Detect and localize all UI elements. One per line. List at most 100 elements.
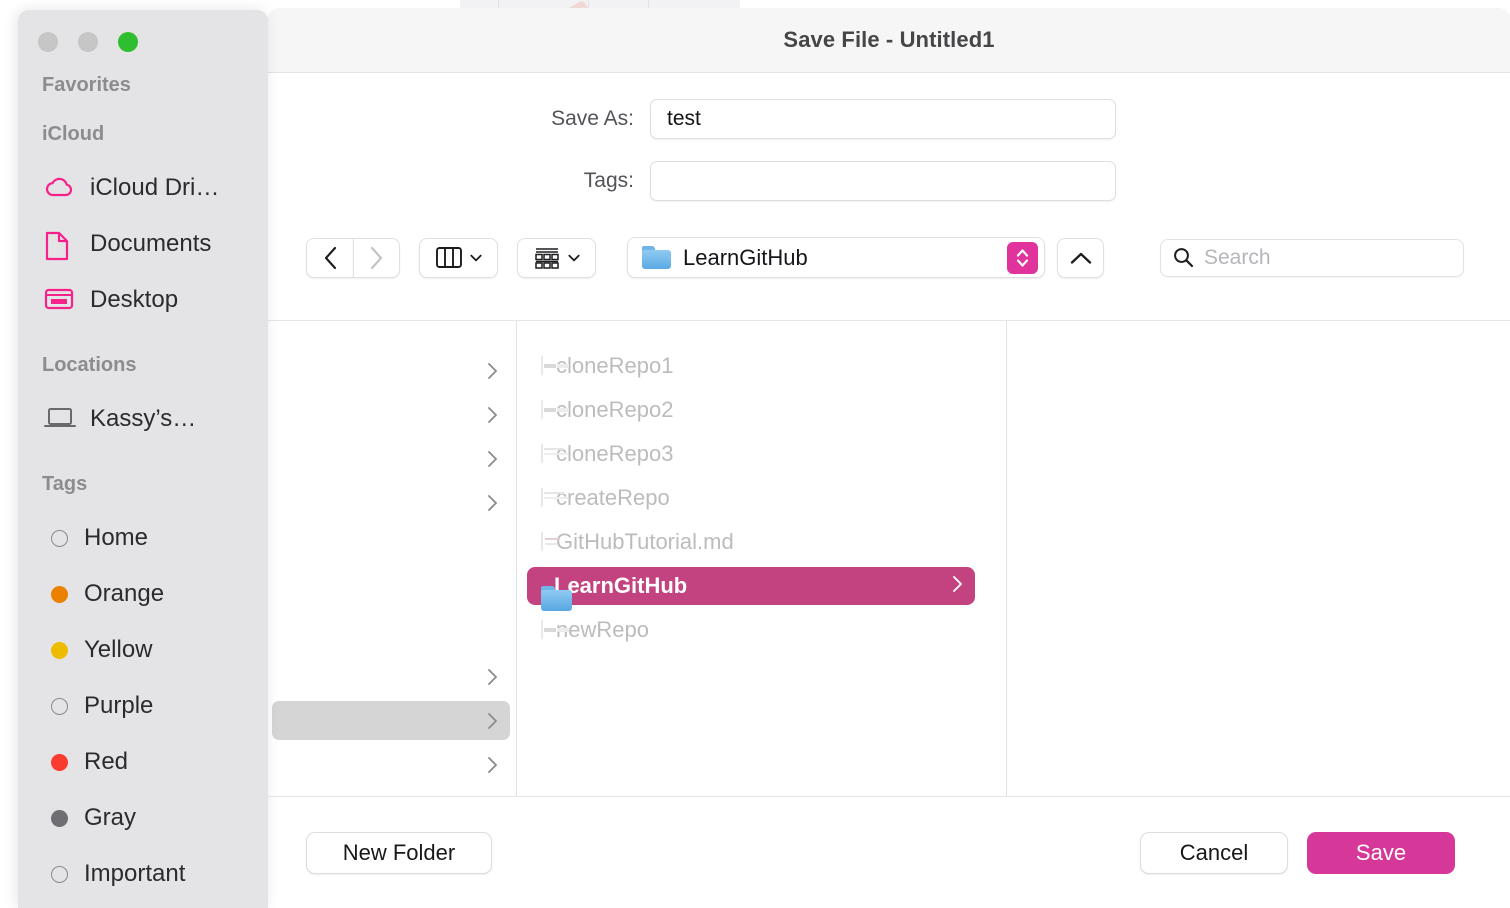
back-button[interactable] <box>306 238 353 278</box>
group-by-button[interactable] <box>517 238 596 278</box>
disclosure-chevron-icon <box>487 494 498 512</box>
chevron-left-icon <box>323 246 338 270</box>
tags-row: Tags: <box>268 161 1510 201</box>
chevron-up-icon <box>1070 251 1092 265</box>
disclosure-chevron-icon <box>487 450 498 468</box>
forward-button[interactable] <box>353 238 400 278</box>
column1-row[interactable] <box>272 483 510 522</box>
column1-row[interactable] <box>272 351 510 390</box>
sidebar-item-purple[interactable]: Purple <box>18 678 268 734</box>
tag-dot-icon <box>51 698 68 715</box>
disclosure-chevron-icon[interactable] <box>952 575 963 598</box>
column1-row[interactable] <box>272 745 510 784</box>
disclosure-chevron-icon <box>487 756 498 774</box>
path-popup-label: LearnGitHub <box>683 245 808 271</box>
save-button[interactable]: Save <box>1307 832 1455 874</box>
sidebar-item-label: Red <box>84 748 128 776</box>
go-up-button[interactable] <box>1057 238 1104 278</box>
tag-dot-icon <box>51 586 68 603</box>
search-field[interactable]: Search <box>1160 239 1464 277</box>
disclosure-chevron-icon <box>487 712 498 730</box>
tag-dot-icon <box>51 810 68 827</box>
file-row-label: LearnGitHub <box>554 573 687 599</box>
traffic-lights <box>18 10 268 52</box>
close-button[interactable] <box>38 32 58 52</box>
file-row[interactable]: newRepo <box>527 611 975 649</box>
column-view-icon <box>436 247 462 268</box>
sidebar-item-yellow[interactable]: Yellow <box>18 622 268 678</box>
new-folder-button[interactable]: New Folder <box>306 832 492 874</box>
file-row[interactable]: createRepo <box>527 479 975 517</box>
minimize-button[interactable] <box>78 32 98 52</box>
browser-column-3[interactable] <box>1007 321 1510 796</box>
sidebar-item-home[interactable]: Home <box>18 510 268 566</box>
sidebar-item-label: Desktop <box>90 286 178 314</box>
file-row[interactable]: cloneRepo2 <box>527 391 975 429</box>
sidebar-item-red[interactable]: Red <box>18 734 268 790</box>
save-as-row: Save As: test <box>268 99 1510 139</box>
column1-row[interactable] <box>272 701 510 740</box>
file-row[interactable]: GitHubTutorial.md <box>527 523 975 561</box>
file-row[interactable]: cloneRepo1 <box>527 347 975 385</box>
up-down-stepper-icon[interactable] <box>1007 242 1038 274</box>
sidebar-item-desktop[interactable]: Desktop <box>18 272 268 328</box>
view-mode-column-button[interactable] <box>419 238 498 278</box>
sidebar-item-icloud-dri[interactable]: iCloud Dri… <box>18 160 268 216</box>
terminal-file-icon <box>541 621 543 639</box>
column1-row[interactable] <box>272 395 510 434</box>
sidebar-item-label: Kassy’s… <box>90 405 196 433</box>
file-row-label: cloneRepo1 <box>556 353 673 379</box>
desktop-icon <box>44 287 74 311</box>
terminal-file-icon <box>541 401 543 419</box>
terminal-file-icon <box>541 357 543 375</box>
browser-column-1[interactable] <box>268 321 517 796</box>
sidebar-item-kassy-s[interactable]: Kassy’s… <box>18 391 268 447</box>
icloud-drive-icon <box>44 175 76 199</box>
sidebar-item-gray[interactable]: Gray <box>18 790 268 846</box>
sidebar-item-label: Documents <box>90 230 211 258</box>
sidebar-item-important[interactable]: Important <box>18 846 268 902</box>
sidebar-section-heading: Tags <box>18 473 268 496</box>
screen: Save File - Untitled1 Save As: test Tags… <box>0 0 1510 908</box>
group-by-icon <box>534 247 560 269</box>
maximize-button[interactable] <box>118 32 138 52</box>
tags-input[interactable] <box>650 161 1116 201</box>
tag-dot-icon <box>51 530 68 547</box>
browser-column-2[interactable]: cloneRepo1 cloneRepo2 cloneRepo3 createRepo… <box>517 321 1007 796</box>
save-form: Save As: test Tags: <box>268 73 1510 231</box>
file-row-label: createRepo <box>556 485 670 511</box>
sidebar-item-label: Orange <box>84 580 164 608</box>
sidebar-item-label: Home <box>84 524 148 552</box>
column1-row[interactable] <box>272 439 510 478</box>
dialog-titlebar: Save File - Untitled1 <box>268 8 1510 73</box>
search-input[interactable]: Search <box>1204 246 1271 270</box>
sidebar-section-heading: Locations <box>18 354 268 377</box>
file-row-label: newRepo <box>556 617 649 643</box>
tag-dot-icon <box>51 866 68 883</box>
footer-action-buttons: Cancel Save <box>1140 832 1510 874</box>
icloud-drive-icon <box>44 175 74 201</box>
file-row[interactable]: cloneRepo3 <box>527 435 975 473</box>
column1-row[interactable] <box>272 657 510 696</box>
sidebar-item-orange[interactable]: Orange <box>18 566 268 622</box>
cancel-button[interactable]: Cancel <box>1140 832 1288 874</box>
tag-dot-icon <box>51 754 68 771</box>
sidebar-item-label: Gray <box>84 804 136 832</box>
save-file-dialog: Save File - Untitled1 Save As: test Tags… <box>268 8 1510 908</box>
sidebar-section-heading: Favorites <box>18 74 268 97</box>
save-as-input[interactable]: test <box>650 99 1116 139</box>
laptop-icon <box>44 406 76 430</box>
save-as-label: Save As: <box>268 107 650 131</box>
file-row-label: GitHubTutorial.md <box>556 529 734 555</box>
file-row[interactable]: LearnGitHub <box>527 567 975 605</box>
window-file-icon <box>541 489 543 507</box>
sidebar-item-label: iCloud Dri… <box>90 174 219 202</box>
file-row-label: cloneRepo3 <box>556 441 673 467</box>
browser-toolbar: LearnGitHub Search <box>268 231 1510 296</box>
path-popup-button[interactable]: LearnGitHub <box>627 237 1045 278</box>
sidebar-item-documents[interactable]: Documents <box>18 216 268 272</box>
documents-icon <box>44 231 74 257</box>
nav-button-group <box>306 238 400 278</box>
sidebar-item-label: Yellow <box>84 636 153 664</box>
disclosure-chevron-icon <box>487 362 498 380</box>
